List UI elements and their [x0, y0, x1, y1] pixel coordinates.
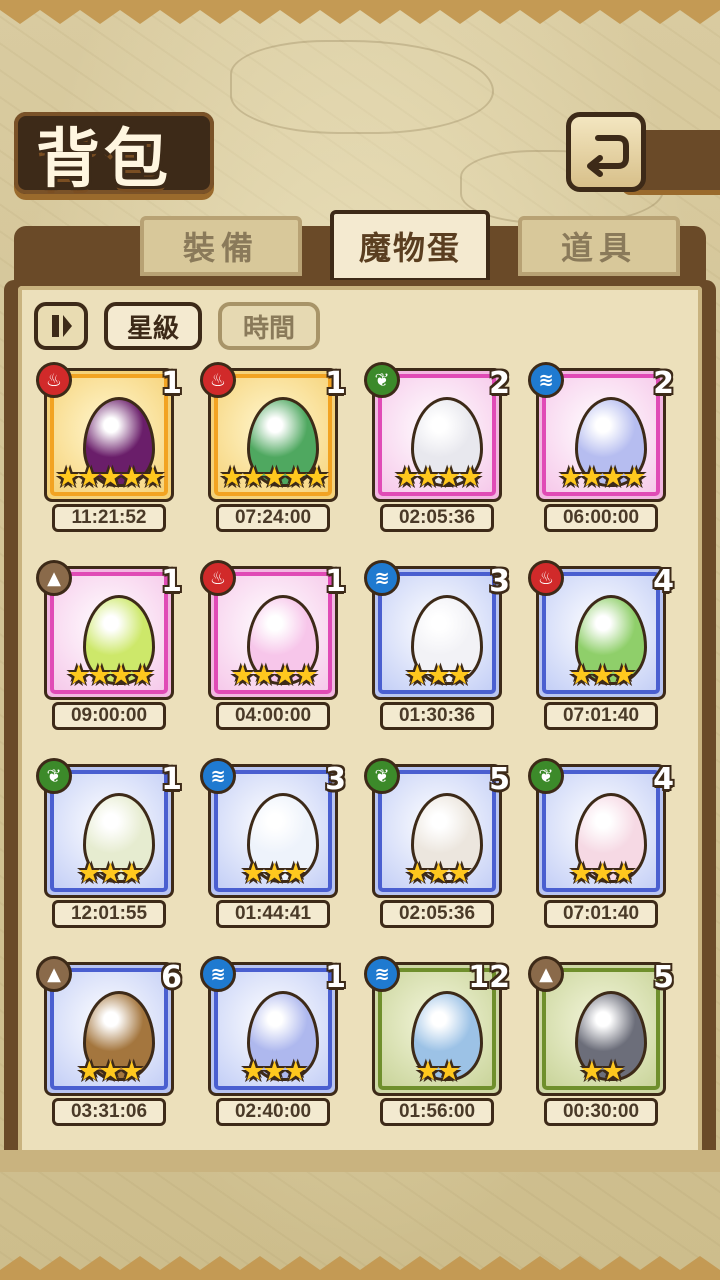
- egg-count: 5: [489, 762, 510, 797]
- star-rating: ★★★: [405, 660, 472, 691]
- page-title: 背包: [36, 122, 172, 197]
- hatch-timer: 03:31:06: [52, 1098, 166, 1126]
- egg-count: 3: [489, 564, 510, 599]
- egg-count: 2: [489, 366, 510, 401]
- star-rating: ★★★: [241, 858, 308, 889]
- hatch-timer: 09:00:00: [52, 702, 166, 730]
- sort-by-star-button[interactable]: 星級: [104, 302, 202, 350]
- pause-icon: [52, 315, 72, 337]
- hatch-timer: 02:05:36: [380, 504, 494, 532]
- egg-slot[interactable]: ♨ 4 ★★★ 07:01:40: [528, 560, 676, 736]
- hatch-timer: 04:00:00: [216, 702, 330, 730]
- water-element-icon: ≋: [528, 362, 564, 398]
- hatch-timer: 12:01:55: [52, 900, 166, 928]
- egg-count: 1: [325, 960, 346, 995]
- egg-count: 1: [161, 366, 182, 401]
- egg-slot[interactable]: ♨ 1 ★★★★★ 11:21:52: [36, 362, 184, 538]
- leaf-element-icon: ❦: [528, 758, 564, 794]
- earth-element-icon: ▲: [528, 956, 564, 992]
- egg-count: 1: [161, 762, 182, 797]
- egg-slot[interactable]: ♨ 1 ★★★★ 04:00:00: [200, 560, 348, 736]
- star-rating: ★★★: [77, 858, 144, 889]
- star-rating: ★★★★★: [219, 462, 329, 493]
- tab-items-label: 道具: [560, 229, 637, 267]
- tab-monster-eggs[interactable]: 魔物蛋: [330, 210, 490, 282]
- star-rating: ★★★★: [66, 660, 155, 691]
- hatch-timer: 02:05:36: [380, 900, 494, 928]
- water-element-icon: ≋: [200, 758, 236, 794]
- egg-count: 5: [653, 960, 674, 995]
- hatch-timer: 01:44:41: [216, 900, 330, 928]
- star-rating: ★★★★★: [55, 462, 165, 493]
- egg-slot[interactable]: ≋ 1 ★★★ 02:40:00: [200, 956, 348, 1132]
- egg-count: 6: [161, 960, 182, 995]
- star-rating: ★★★: [77, 1056, 144, 1087]
- egg-slot[interactable]: ❦ 4 ★★★ 07:01:40: [528, 758, 676, 934]
- earth-element-icon: ▲: [36, 560, 72, 596]
- tab-equipment[interactable]: 裝備: [140, 216, 302, 276]
- star-rating: ★★: [579, 1056, 625, 1087]
- earth-element-icon: ▲: [36, 956, 72, 992]
- water-element-icon: ≋: [364, 956, 400, 992]
- egg-slot[interactable]: ≋ 3 ★★★ 01:30:36: [364, 560, 512, 736]
- egg-slot[interactable]: ❦ 5 ★★★ 02:05:36: [364, 758, 512, 934]
- panel-bottom-rail: [0, 1150, 720, 1172]
- leaf-element-icon: ❦: [364, 758, 400, 794]
- egg-slot[interactable]: ≋ 2 ★★★★ 06:00:00: [528, 362, 676, 538]
- egg-slot[interactable]: ♨ 1 ★★★★★ 07:24:00: [200, 362, 348, 538]
- top-zigzag-border: [0, 0, 720, 24]
- star-rating: ★★★: [569, 858, 636, 889]
- star-rating: ★★: [415, 1056, 461, 1087]
- star-rating: ★★★★: [394, 462, 483, 493]
- egg-count: 4: [653, 564, 674, 599]
- leaf-element-icon: ❦: [364, 362, 400, 398]
- egg-count: 1: [325, 564, 346, 599]
- hatch-timer: 07:24:00: [216, 504, 330, 532]
- tab-equipment-label: 裝備: [182, 229, 259, 267]
- fire-element-icon: ♨: [200, 362, 236, 398]
- egg-count: 3: [325, 762, 346, 797]
- tab-monster-eggs-label: 魔物蛋: [358, 229, 461, 267]
- egg-count: 2: [653, 366, 674, 401]
- hatch-timer: 06:00:00: [544, 504, 658, 532]
- hatch-timer: 07:01:40: [544, 702, 658, 730]
- egg-slot[interactable]: ❦ 1 ★★★ 12:01:55: [36, 758, 184, 934]
- egg-slot[interactable]: ≋ 12 ★★ 01:56:00: [364, 956, 512, 1132]
- fire-element-icon: ♨: [528, 560, 564, 596]
- egg-slot[interactable]: ▲ 5 ★★ 00:30:00: [528, 956, 676, 1132]
- hatch-timer: 11:21:52: [52, 504, 166, 532]
- star-rating: ★★★: [241, 1056, 308, 1087]
- egg-slot[interactable]: ❦ 2 ★★★★ 02:05:36: [364, 362, 512, 538]
- egg-slot[interactable]: ▲ 6 ★★★ 03:31:06: [36, 956, 184, 1132]
- leaf-element-icon: ❦: [36, 758, 72, 794]
- water-element-icon: ≋: [364, 560, 400, 596]
- sort-by-time-button[interactable]: 時間: [218, 302, 320, 350]
- hatch-timer: 07:01:40: [544, 900, 658, 928]
- pause-button[interactable]: [34, 302, 88, 350]
- egg-slot[interactable]: ▲ 1 ★★★★ 09:00:00: [36, 560, 184, 736]
- star-rating: ★★★: [569, 660, 636, 691]
- hatch-timer: 01:30:36: [380, 702, 494, 730]
- sort-by-time-label: 時間: [242, 313, 295, 344]
- fire-element-icon: ♨: [36, 362, 72, 398]
- water-element-icon: ≋: [200, 956, 236, 992]
- return-arrow-icon: [587, 135, 629, 177]
- egg-count: 1: [161, 564, 182, 599]
- egg-count: 1: [325, 366, 346, 401]
- hatch-timer: 02:40:00: [216, 1098, 330, 1126]
- hatch-timer: 00:30:00: [544, 1098, 658, 1126]
- star-rating: ★★★★: [230, 660, 319, 691]
- hatch-timer: 01:56:00: [380, 1098, 494, 1126]
- star-rating: ★★★★: [558, 462, 647, 493]
- tab-items[interactable]: 道具: [518, 216, 680, 276]
- egg-count: 4: [653, 762, 674, 797]
- bottom-zigzag-border: [0, 1256, 720, 1280]
- egg-slot[interactable]: ≋ 3 ★★★ 01:44:41: [200, 758, 348, 934]
- sort-by-star-label: 星級: [126, 313, 179, 344]
- egg-count: 12: [468, 960, 510, 995]
- star-rating: ★★★: [405, 858, 472, 889]
- back-button[interactable]: [566, 112, 646, 192]
- fire-element-icon: ♨: [200, 560, 236, 596]
